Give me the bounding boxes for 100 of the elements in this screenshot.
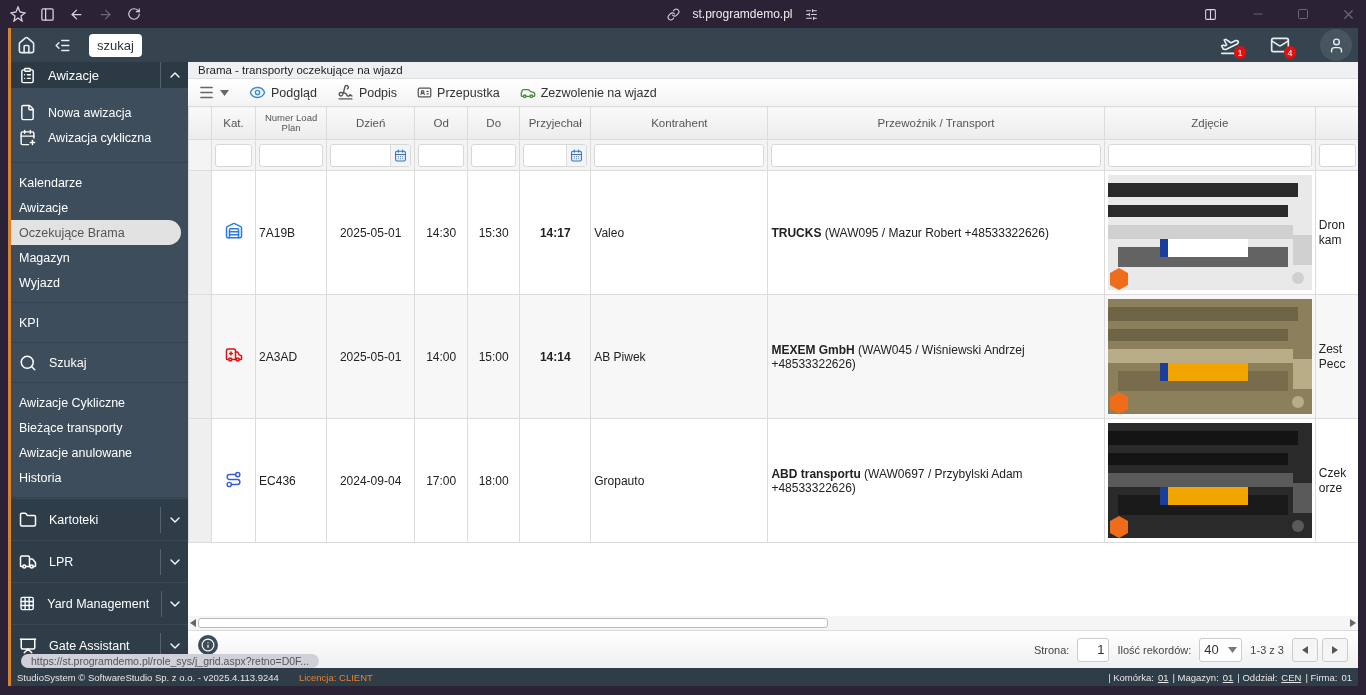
column-header[interactable]: Od xyxy=(414,106,468,140)
caret-icon xyxy=(1228,646,1238,653)
column-header[interactable]: Przyjechał xyxy=(519,106,591,140)
browser-logo-icon[interactable] xyxy=(10,6,26,22)
forward-icon[interactable] xyxy=(98,6,113,22)
filter-field[interactable] xyxy=(215,143,253,167)
context-link[interactable]: 01 xyxy=(1157,671,1169,683)
menu-button[interactable] xyxy=(198,84,229,101)
sidebar-item[interactable]: Awizacje xyxy=(11,195,181,220)
calendar-icon[interactable] xyxy=(394,148,408,162)
context-label: | Magazyn: xyxy=(1172,671,1219,683)
link-icon xyxy=(667,7,681,21)
table-cell: MEXEM GmbH (WAW045 / Wiśniewski Andrzej +48533322626) xyxy=(767,294,1105,419)
filter-field[interactable] xyxy=(1318,143,1356,167)
filter-field[interactable] xyxy=(471,143,517,167)
user-avatar[interactable] xyxy=(1320,29,1352,61)
left-arrow-icon xyxy=(1302,645,1308,654)
back-icon[interactable] xyxy=(69,6,84,22)
scroll-left-icon[interactable] xyxy=(190,619,196,627)
column-header[interactable]: Przewoźnik / Transport xyxy=(767,106,1105,140)
toolbar-button[interactable]: Przepustka xyxy=(417,85,500,100)
sidebar-item[interactable]: Awizacja cykliczna xyxy=(11,125,181,150)
section-label: Awizacje xyxy=(48,67,100,83)
address-bar[interactable]: st.programdemo.pl xyxy=(692,7,793,21)
panel-title: Brama - transporty oczekujące na wjazd xyxy=(188,62,1358,78)
calendar-icon[interactable] xyxy=(570,148,584,162)
horizontal-scrollbar[interactable] xyxy=(188,616,1358,630)
license-text: Licencja: CLIENT xyxy=(298,671,373,683)
caret-icon xyxy=(220,89,229,96)
split-view-icon[interactable] xyxy=(1204,7,1217,21)
previous-page-button[interactable] xyxy=(1292,637,1318,662)
home-icon[interactable] xyxy=(17,35,36,55)
sidebar-item[interactable]: Historia xyxy=(11,465,181,490)
context-label: | Komórka: xyxy=(1108,671,1154,683)
toolbar-button[interactable]: Podpis xyxy=(336,84,398,101)
sidebar-section[interactable]: LPR xyxy=(11,540,188,582)
sidebar-item[interactable]: Magazyn xyxy=(11,245,181,270)
column-header[interactable]: Dzień xyxy=(326,106,415,140)
filter-field[interactable] xyxy=(330,143,412,167)
calendar-icon xyxy=(19,129,36,146)
presenter-icon xyxy=(19,636,37,655)
sidebar-item[interactable]: KPI xyxy=(11,310,181,335)
column-header[interactable]: Kat. xyxy=(211,106,256,140)
search-button[interactable]: szukaj xyxy=(89,33,142,57)
eye-icon xyxy=(249,84,266,101)
sidebar-item[interactable]: Bieżące transporty xyxy=(11,415,181,440)
maximize-icon[interactable] xyxy=(1297,8,1309,20)
copyright-text: StudioSystem © SoftwareStudio Sp. z o.o. - v2025.4.113.9244 xyxy=(17,671,279,683)
sidebar-item[interactable]: Awizacje anulowane xyxy=(11,440,181,465)
sidebar-item[interactable]: Nowa awizacja xyxy=(11,100,181,125)
mail-icon[interactable] xyxy=(1270,35,1290,55)
filter-field[interactable] xyxy=(1107,143,1312,167)
filter-field[interactable] xyxy=(523,143,588,167)
sidebar-item[interactable]: Wyjazd xyxy=(11,270,181,295)
next-page-button[interactable] xyxy=(1322,637,1348,662)
sidebar-toggle-icon[interactable] xyxy=(40,6,55,22)
toolbar-button[interactable]: Podgląd xyxy=(249,84,317,101)
route-icon xyxy=(225,470,243,488)
warehouse-icon xyxy=(224,222,243,240)
filter-field[interactable] xyxy=(594,143,765,167)
sidebar-section[interactable]: Yard Management xyxy=(11,582,188,624)
table-cell: 14:00 xyxy=(414,294,468,419)
truck-icon xyxy=(19,552,37,571)
table-cell: EC436 xyxy=(255,418,327,543)
column-header[interactable]: Numer Load Plan xyxy=(255,106,327,140)
page-field[interactable]: 1 xyxy=(1077,637,1110,662)
column-header[interactable]: Zdjęcie xyxy=(1104,106,1316,140)
filter-field[interactable] xyxy=(771,143,1101,167)
toolbar-button[interactable]: Zezwolenie na wjazd xyxy=(519,84,657,101)
grid-icon xyxy=(19,595,36,612)
table-cell: Czek orze xyxy=(1315,418,1358,543)
sidebar-item[interactable]: Awizacje Cykliczne xyxy=(11,390,181,415)
table-cell: 2025-05-01 xyxy=(326,170,415,295)
context-label: | Firma: xyxy=(1305,671,1338,683)
column-header[interactable]: Do xyxy=(467,106,520,140)
status-tooltip: https://st.programdemo.pl/role_sys/j_grid.aspx?retno=D0F... xyxy=(21,654,320,668)
context-link[interactable]: 01 xyxy=(1222,671,1234,683)
column-header[interactable]: Kontrahent xyxy=(590,106,768,140)
sidebar-item[interactable]: Kalendarze xyxy=(11,170,181,195)
records-dropdown[interactable]: 40 xyxy=(1199,637,1243,662)
info-button[interactable] xyxy=(198,635,218,655)
records-label: Ilość rekordów: xyxy=(1117,643,1192,656)
table-cell: ABD transportu (WAW0697 / Przybylski Adam +48533322626) xyxy=(767,418,1105,543)
settings-icon[interactable] xyxy=(804,7,818,21)
filter-field[interactable] xyxy=(418,143,465,167)
context-label: | Oddział: xyxy=(1237,671,1278,683)
filter-field[interactable] xyxy=(259,143,324,167)
sidebar-section[interactable]: Kartoteki xyxy=(11,498,188,540)
table-cell: Zest Pecc xyxy=(1315,294,1358,419)
notification-badge: 4 xyxy=(1284,46,1296,59)
sidebar-item[interactable]: Oczekujące Brama xyxy=(11,220,181,245)
sidebar-section-header[interactable]: Awizacje xyxy=(11,62,188,88)
table-cell: AB Piwek xyxy=(590,294,768,419)
scroll-right-icon[interactable] xyxy=(1350,619,1356,627)
sidebar-item[interactable]: Szukaj xyxy=(11,350,181,375)
reload-icon[interactable] xyxy=(127,7,141,21)
context-link[interactable]: CEN xyxy=(1281,671,1302,683)
record-range: 1-3 z 3 xyxy=(1250,643,1284,656)
table-cell: 14:30 xyxy=(414,170,468,295)
id-card-icon xyxy=(417,85,433,100)
